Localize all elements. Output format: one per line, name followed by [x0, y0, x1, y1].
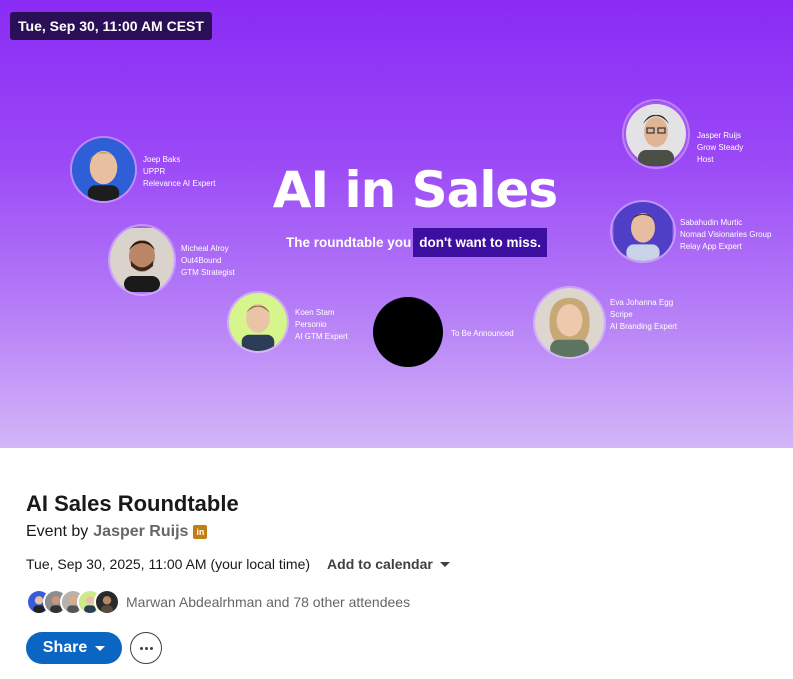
speaker-role: Host	[697, 155, 714, 164]
organizer-link[interactable]: Jasper Ruijs	[93, 523, 188, 541]
attendee-avatars	[26, 589, 120, 615]
speaker-info-jasper-ruijs: Jasper Ruijs Grow Steady Host	[697, 130, 743, 166]
speaker-role: GTM Strategist	[181, 268, 235, 277]
speaker-company: Nomad Visionaries Group	[680, 230, 772, 239]
speaker-photo-koen-stam	[229, 293, 287, 351]
speaker-company: Personio	[295, 320, 327, 329]
banner-title: AI in Sales	[272, 161, 558, 219]
speaker-role: Relay App Expert	[680, 242, 742, 251]
speaker-photo-eva-johanna-egg	[535, 288, 604, 357]
tagline-text: The roundtable you	[286, 235, 412, 250]
speaker-name: Sabahudin Murtic	[680, 218, 743, 227]
share-label: Share	[42, 639, 88, 656]
speaker-company: Out4Bound	[181, 256, 222, 265]
speaker-company: Scripe	[610, 310, 633, 319]
event-organizer-row: Event by Jasper Ruijs in	[26, 523, 208, 541]
avatar	[94, 589, 120, 615]
speaker-role: AI GTM Expert	[295, 332, 348, 341]
add-to-calendar-label: Add to calendar	[327, 556, 433, 572]
event-datetime: Tue, Sep 30, 2025, 11:00 AM (your local …	[26, 556, 311, 572]
share-button[interactable]: Share	[26, 632, 122, 664]
speaker-company: Grow Steady	[697, 143, 744, 152]
speaker-company: UPPR	[143, 167, 166, 176]
speaker-info-micheal-alroy: Micheal Alroy Out4Bound GTM Strategist	[181, 243, 235, 279]
speaker-photo-joep-baks	[72, 138, 135, 201]
tagline-highlight: don't want to miss.	[413, 228, 547, 257]
speaker-info-joep-baks: Joep Baks UPPR Relevance AI Expert	[143, 154, 215, 190]
speaker-name: Micheal Alroy	[181, 244, 229, 253]
speaker-photo-jasper-ruijs	[624, 101, 688, 167]
speaker-role: Relevance AI Expert	[143, 179, 216, 188]
date-chip: Tue, Sep 30, 11:00 AM CEST	[10, 12, 212, 40]
speaker-name: Koen Stam	[295, 308, 335, 317]
caret-down-icon	[439, 561, 450, 567]
more-options-button[interactable]	[130, 632, 162, 664]
speaker-info-sabahudin-murtic: Sabahudin Murtic Nomad Visionaries Group…	[680, 217, 771, 253]
event-by-label: Event by	[26, 523, 89, 540]
attendees-row[interactable]: Marwan Abdealrhman and 78 other attendee…	[26, 589, 410, 615]
ellipsis-icon	[139, 646, 153, 650]
event-title: AI Sales Roundtable	[26, 491, 239, 516]
caret-down-icon	[95, 645, 106, 651]
event-datetime-row: Tue, Sep 30, 2025, 11:00 AM (your local …	[26, 556, 450, 572]
speaker-name: Joep Baks	[143, 155, 181, 164]
event-banner: Tue, Sep 30, 11:00 AM CEST AI in Sales T…	[0, 0, 793, 448]
speaker-name: Eva Johanna Egg	[610, 298, 674, 307]
speaker-photo-micheal-alroy	[110, 226, 174, 294]
speaker-role: AI Branding Expert	[610, 322, 678, 331]
speaker-info-tba: To Be Announced	[451, 328, 514, 340]
speaker-photo-placeholder	[373, 297, 443, 367]
speaker-info-koen-stam: Koen Stam Personio AI GTM Expert	[295, 307, 348, 343]
speaker-photo-sabahudin-murtic	[612, 202, 674, 261]
linkedin-badge-icon: in	[193, 525, 208, 539]
add-to-calendar-button[interactable]: Add to calendar	[327, 556, 450, 572]
speaker-info-eva-johanna-egg: Eva Johanna Egg Scripe AI Branding Exper…	[610, 297, 677, 333]
banner-tagline: The roundtable you don't want to miss.	[286, 228, 547, 257]
attendees-text: Marwan Abdealrhman and 78 other attendee…	[126, 594, 411, 610]
speaker-name: Jasper Ruijs	[697, 131, 742, 140]
speaker-name: To Be Announced	[451, 329, 514, 338]
